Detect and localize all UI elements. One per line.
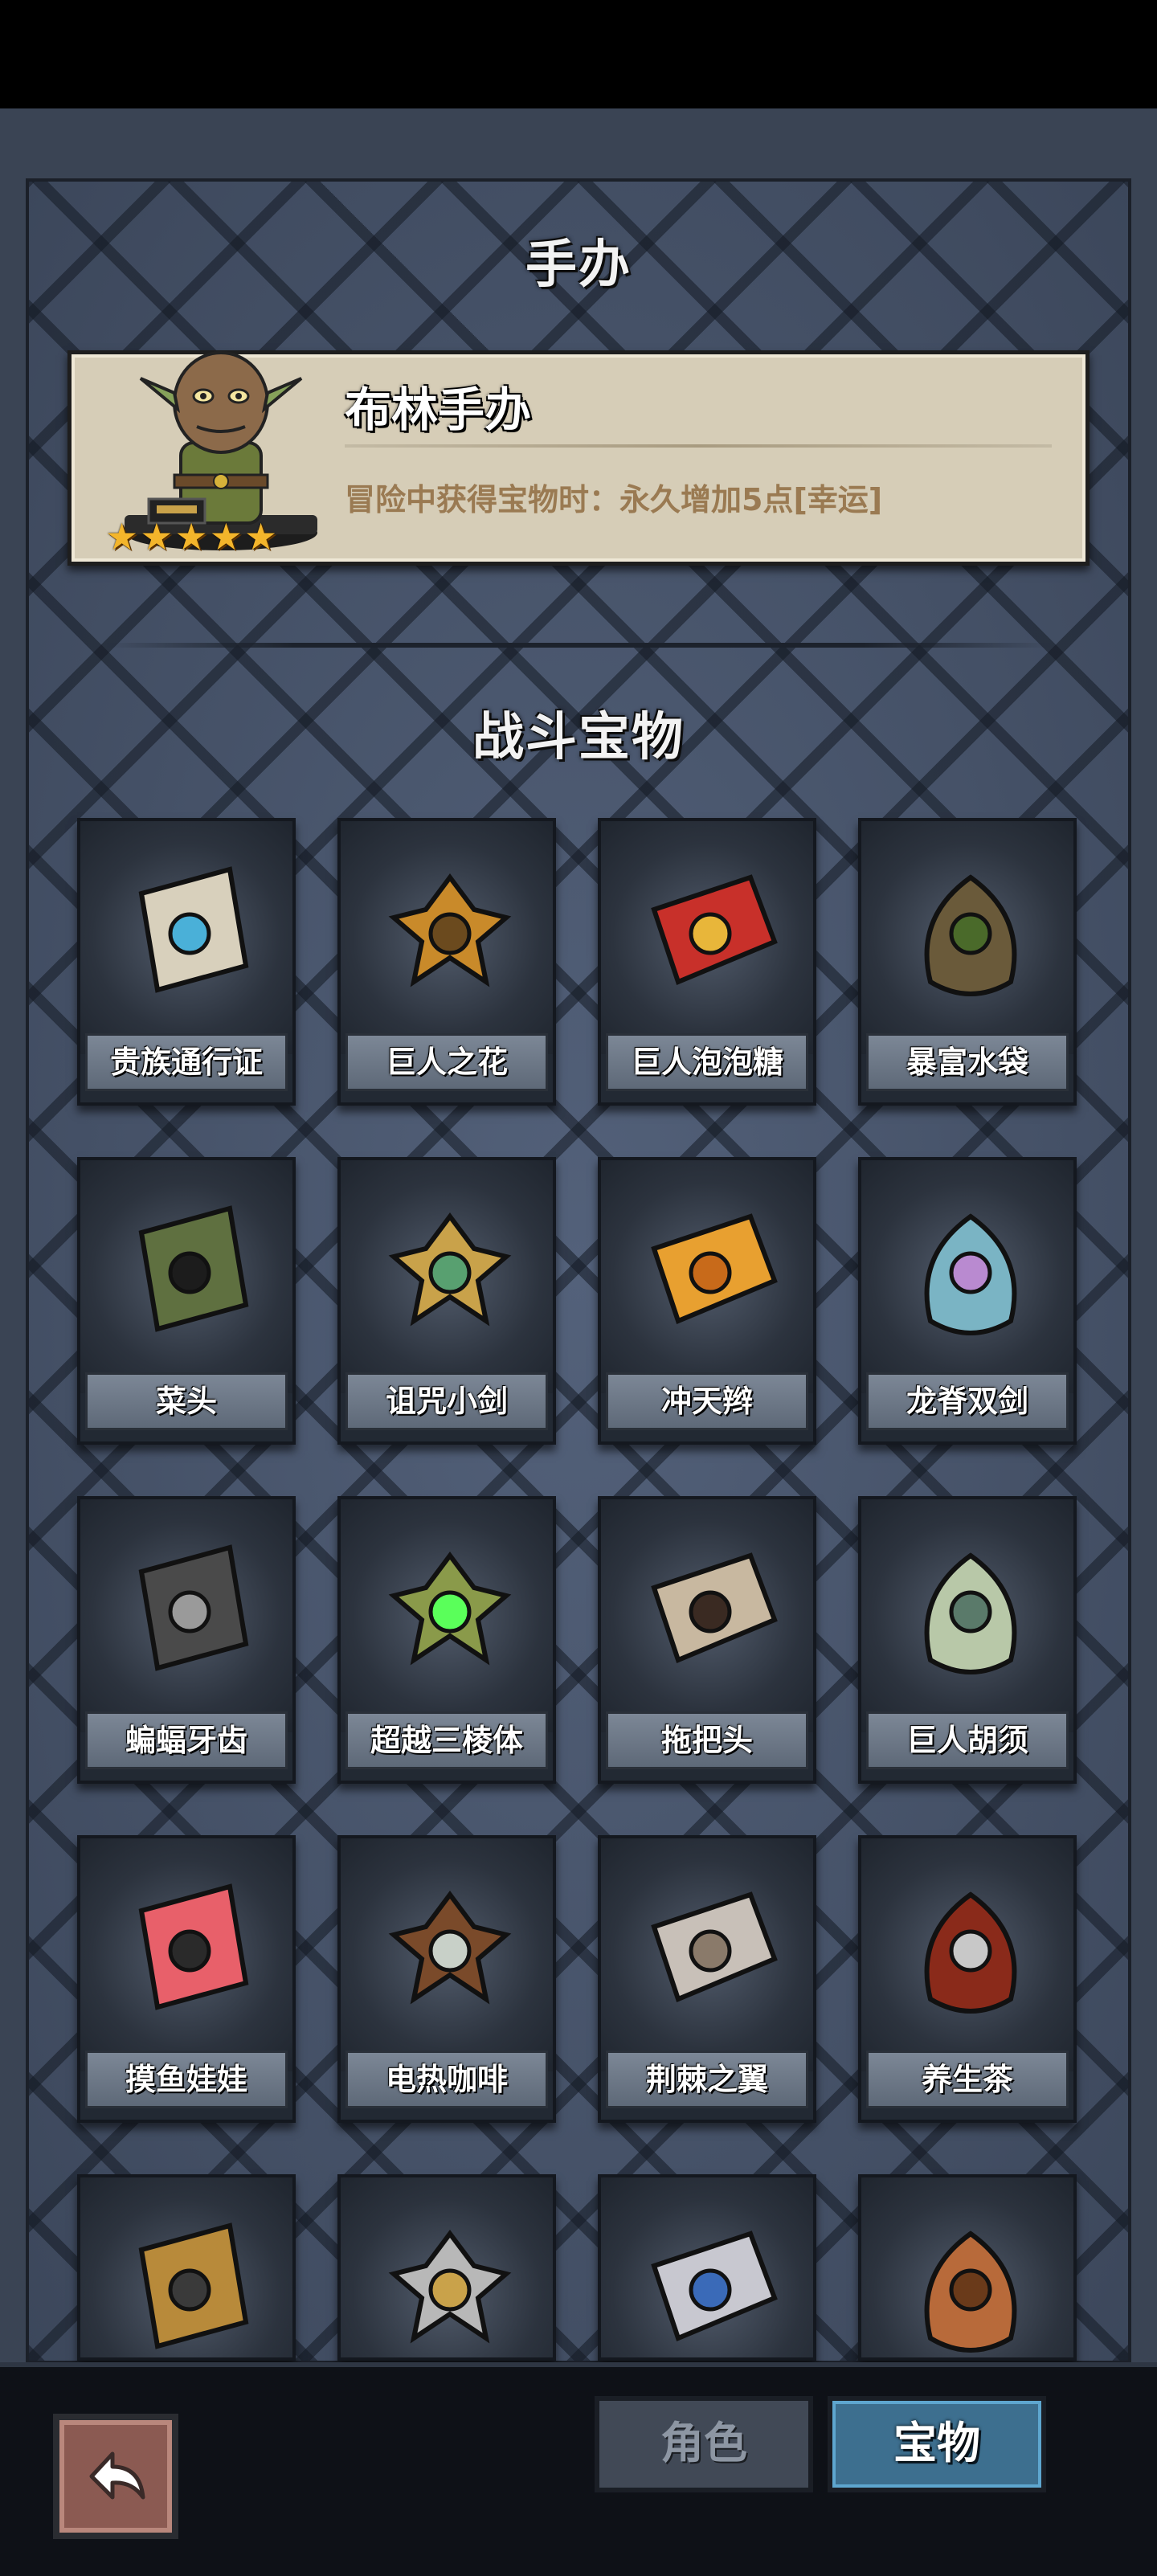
- tea-icon: [924, 1891, 1017, 2014]
- treasure-item[interactable]: 电热咖啡: [337, 1835, 556, 2123]
- treasure-item[interactable]: [77, 2174, 296, 2361]
- tab-treasure[interactable]: 宝物: [828, 2396, 1046, 2492]
- treasure-item-label: 暴富水袋: [866, 1033, 1069, 1091]
- figure-divider: [345, 444, 1052, 448]
- fangs-icon: [138, 1544, 249, 1671]
- spiky-ball-icon: [138, 1205, 249, 1332]
- coffee-icon: [388, 1891, 512, 2005]
- flower-icon: [388, 873, 512, 987]
- treasure-item[interactable]: 龙脊双剑: [858, 1157, 1077, 1445]
- treasure-item[interactable]: 巨人胡须: [858, 1496, 1077, 1784]
- treasure-item[interactable]: 拖把头: [598, 1496, 816, 1784]
- flask-icon: [924, 874, 1017, 996]
- treasure-item[interactable]: [858, 2174, 1077, 2361]
- treasure-item-label: 冲天辫: [606, 1372, 808, 1430]
- back-button[interactable]: [53, 2414, 178, 2539]
- card-icon: [138, 866, 249, 993]
- section-divider: [104, 643, 1053, 648]
- treasure-item[interactable]: 巨人之花: [337, 818, 556, 1106]
- treasure-item-label: 巨人之花: [345, 1033, 548, 1091]
- tab-role[interactable]: 角色: [595, 2396, 813, 2492]
- treasure-item-label: 蝙蝠牙齿: [85, 1711, 288, 1769]
- treasure-item[interactable]: 荆棘之翼: [598, 1835, 816, 2123]
- mask-icon: [138, 2222, 249, 2349]
- star-icon: ★: [209, 515, 243, 558]
- treasure-item-label: 贵族通行证: [85, 1033, 288, 1091]
- doll-icon: [138, 1883, 249, 2010]
- star-icon: ★: [105, 515, 139, 558]
- star-icon: ★: [140, 515, 174, 558]
- figure-description: 冒险中获得宝物时：永久增加5点[幸运]: [345, 482, 883, 517]
- treasure-section-title: 战斗宝物: [472, 708, 685, 767]
- kunai-icon: [651, 2230, 778, 2342]
- status-bar: [0, 0, 1157, 108]
- figure-section-title: 手办: [525, 235, 632, 295]
- treasure-item-label: 拖把头: [606, 1711, 808, 1769]
- treasure-item-label: 超越三棱体: [345, 1711, 548, 1769]
- treasure-item-label: 诅咒小剑: [345, 1372, 548, 1430]
- treasure-item[interactable]: 蝙蝠牙齿: [77, 1496, 296, 1784]
- treasure-item[interactable]: 巨人泡泡糖: [598, 818, 816, 1106]
- prism-icon: [388, 1552, 512, 1666]
- treasure-item-label: 巨人胡须: [866, 1711, 1069, 1769]
- treasure-item[interactable]: [337, 2174, 556, 2361]
- figure-name: 布林手办: [345, 382, 532, 437]
- figure-card[interactable]: 布林手办 冒险中获得宝物时：永久增加5点[幸运] ★ ★ ★ ★ ★: [67, 350, 1090, 566]
- star-rating: ★ ★ ★ ★ ★: [105, 518, 277, 555]
- beard-icon: [924, 1552, 1017, 1674]
- treasure-item-label: 荆棘之翼: [606, 2051, 808, 2108]
- ponytail-icon: [651, 1213, 778, 1325]
- treasure-item[interactable]: [598, 2174, 816, 2361]
- treasure-item-label: 菜头: [85, 1372, 288, 1430]
- treasure-item-label: 摸鱼娃娃: [85, 2051, 288, 2108]
- treasure-item-label: 电热咖啡: [345, 2051, 548, 2108]
- treasure-item[interactable]: 超越三棱体: [337, 1496, 556, 1784]
- star-icon: ★: [244, 515, 278, 558]
- treasure-item[interactable]: 贵族通行证: [77, 818, 296, 1106]
- treasure-item[interactable]: 摸鱼娃娃: [77, 1835, 296, 2123]
- treasure-item[interactable]: 冲天辫: [598, 1157, 816, 1445]
- dagger-icon: [388, 1212, 512, 1327]
- gum-box-icon: [651, 874, 778, 986]
- helmet-icon: [388, 2230, 512, 2344]
- treasure-item[interactable]: 菜头: [77, 1157, 296, 1445]
- mop-icon: [651, 1552, 778, 1664]
- treasure-item[interactable]: 暴富水袋: [858, 818, 1077, 1106]
- twin-swords-icon: [924, 1213, 1017, 1335]
- treasure-item-label: 龙脊双剑: [866, 1372, 1069, 1430]
- treasure-item-label: 巨人泡泡糖: [606, 1033, 808, 1091]
- back-arrow-icon: [89, 2451, 145, 2500]
- treasure-item-label: 养生茶: [866, 2051, 1069, 2108]
- sack-icon: [924, 2230, 1017, 2353]
- treasure-item[interactable]: 诅咒小剑: [337, 1157, 556, 1445]
- treasure-item[interactable]: 养生茶: [858, 1835, 1077, 2123]
- star-icon: ★: [174, 515, 208, 558]
- wings-icon: [651, 1891, 778, 2003]
